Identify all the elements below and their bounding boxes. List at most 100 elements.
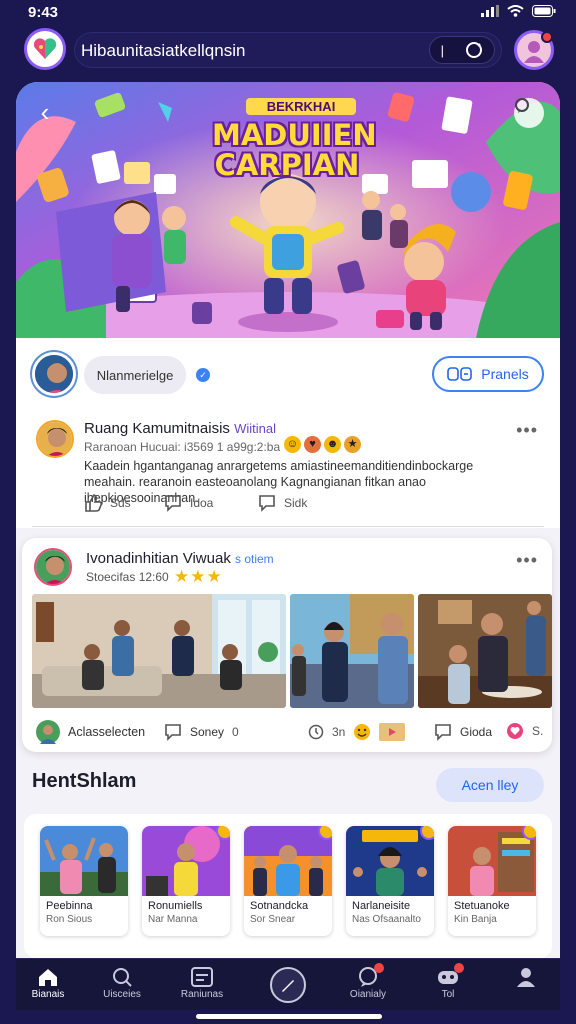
nav-profile[interactable] xyxy=(496,965,556,989)
post2-author[interactable]: Aclasselecten xyxy=(36,720,145,744)
carousel-card[interactable]: Narlaneisite Nas Ofsaanalto xyxy=(346,826,434,936)
divider xyxy=(32,526,544,527)
section-see-all-button[interactable]: Acen lley xyxy=(436,768,544,802)
search-icon xyxy=(92,965,152,989)
profile-button[interactable] xyxy=(514,30,554,70)
nav-games[interactable]: Tol xyxy=(418,963,478,1000)
person-avatar-icon xyxy=(38,422,72,456)
post2-comment-label: Soney xyxy=(190,725,225,739)
carousel-card-title: Peebinna xyxy=(46,900,93,912)
post2-photo-1[interactable] xyxy=(32,594,286,708)
carousel-card[interactable]: Stetuanoke Kin Banja xyxy=(448,826,536,936)
nav-search[interactable]: Uisceies xyxy=(92,965,152,1000)
chat-icon xyxy=(338,963,398,989)
notification-badge xyxy=(541,31,553,43)
post2-react-button[interactable]: S. xyxy=(506,722,543,740)
person-avatar-icon xyxy=(36,550,70,584)
channel-row: Nlanmerielge ✓ Pranels xyxy=(16,338,560,412)
hero-title: MADUIIEN CARPIAN xyxy=(212,120,377,182)
carousel-card[interactable]: Ronumiells Nar Manna xyxy=(142,826,230,936)
post1-title[interactable]: Ruang Kamumitnaisis Wiitinal xyxy=(84,420,276,437)
carousel-card-title: Ronumiells xyxy=(148,900,203,912)
home-icon xyxy=(18,965,78,989)
bottom-nav: Bianais Uisceies Raniunas Oianialy Tol xyxy=(16,958,560,1010)
section-title: HentShlam xyxy=(32,770,137,792)
app-logo[interactable] xyxy=(24,28,66,70)
post1-tag[interactable]: Wiitinal xyxy=(234,421,276,436)
app-title-bar[interactable]: Hibaunitasiatkellqnsin | xyxy=(74,32,502,68)
post1-comments: Idoa xyxy=(190,496,214,510)
carousel-card[interactable]: Peebinna Ron Sious xyxy=(40,826,128,936)
battery-icon xyxy=(532,5,556,17)
post-card-2[interactable]: Ivonadinhitian Viwuak s otiem Stoecifas … xyxy=(22,538,552,752)
carousel-card-subtitle: Kin Banja xyxy=(454,914,497,925)
post2-comment-button[interactable]: Soney 0 xyxy=(164,723,239,741)
carousel-card[interactable]: Sotnandcka Sor Snear xyxy=(244,826,332,936)
comment-icon xyxy=(165,495,181,512)
post1-more-icon[interactable]: ••• xyxy=(516,420,538,441)
inbox-icon xyxy=(172,965,232,989)
channel-avatar[interactable] xyxy=(32,352,76,396)
panels-button-label: Pranels xyxy=(481,366,529,382)
post1-like-button[interactable]: Sds xyxy=(84,494,131,512)
post1-avatar[interactable] xyxy=(36,420,74,458)
carousel-card-subtitle: Ron Sious xyxy=(46,914,93,925)
carousel-card-title: Narlaneisite xyxy=(352,900,411,912)
post2-views[interactable]: 3n xyxy=(308,723,406,741)
post1-title-text: Ruang Kamumitnaisis xyxy=(84,420,230,437)
signal-icon xyxy=(481,5,499,17)
hero-banner[interactable]: ‹ BEKRKHAI MADUIIEN CARPIAN xyxy=(16,82,560,338)
person-avatar-icon xyxy=(35,355,73,393)
store-thumbnail xyxy=(448,826,536,896)
channel-name[interactable]: Nlanmerielge xyxy=(84,356,186,394)
status-time: 9:43 xyxy=(28,4,59,21)
reaction-emojis[interactable]: ☺ ♥ ☻ ★ xyxy=(284,436,361,453)
post2-subtitle: s otiem xyxy=(235,552,274,566)
wifi-icon xyxy=(507,5,524,17)
party-thumbnail xyxy=(40,826,128,896)
family-dinner-photo xyxy=(418,594,552,708)
comment-icon xyxy=(165,724,181,741)
clock-icon xyxy=(308,724,324,740)
carousel-card-title: Sotnandcka xyxy=(250,900,309,912)
post-card-1: Ruang Kamumitnaisis Wiitinal Raranoan Hu… xyxy=(16,412,560,528)
post2-meta: Stoecifas 12:60 xyxy=(86,570,169,584)
post1-likes: Sds xyxy=(110,496,131,510)
rating-stars-icon: ★★★ xyxy=(174,567,223,586)
nav-inbox[interactable]: Raniunas xyxy=(172,965,232,1000)
post2-photo-3[interactable] xyxy=(418,594,552,708)
status-icons xyxy=(481,5,556,17)
post1-comment-button[interactable]: Idoa xyxy=(164,494,213,512)
nav-home[interactable]: Bianais xyxy=(18,965,78,1000)
nav-inbox-label: Raniunas xyxy=(180,989,224,1000)
thumbs-up-icon xyxy=(85,494,102,512)
panels-button[interactable]: Pranels xyxy=(432,356,544,392)
nav-chat-label: Oianialy xyxy=(349,989,387,1000)
post2-title[interactable]: Ivonadinhitian Viwuak s otiem xyxy=(86,550,274,567)
nav-games-label: Tol xyxy=(441,989,455,1000)
gamepad-icon xyxy=(418,963,478,989)
create-button[interactable] xyxy=(270,967,306,1003)
carousel-thumbnail xyxy=(142,826,230,896)
post2-avatar[interactable] xyxy=(34,548,72,586)
post2-more-icon[interactable]: ••• xyxy=(516,550,538,571)
author-avatar-icon xyxy=(36,720,60,744)
dance-thumbnail xyxy=(244,826,332,896)
post2-reply-label: Gioda xyxy=(460,725,493,739)
nav-home-label: Bianais xyxy=(31,989,65,1000)
nav-chat[interactable]: Oianialy xyxy=(338,963,398,1000)
post2-title-text: Ivonadinhitian Viwuak xyxy=(86,550,231,567)
post1-share-button[interactable]: Sidk xyxy=(258,494,307,512)
back-arrow-icon[interactable]: ‹ xyxy=(30,98,60,128)
search-button[interactable]: | xyxy=(429,36,495,64)
hero-title-line2: CARPIAN xyxy=(214,148,360,182)
living-room-photo xyxy=(32,594,286,708)
post2-photo-2[interactable] xyxy=(290,594,414,708)
emoji-star-icon: ★ xyxy=(344,436,361,453)
post2-reply-button[interactable]: Gioda xyxy=(434,723,492,741)
share-button[interactable] xyxy=(514,98,544,128)
carousel-card-subtitle: Nar Manna xyxy=(148,914,198,925)
top-bar: Hibaunitasiatkellqnsin | xyxy=(0,28,576,72)
show-thumbnail xyxy=(346,826,434,896)
panel-icon xyxy=(447,367,473,381)
